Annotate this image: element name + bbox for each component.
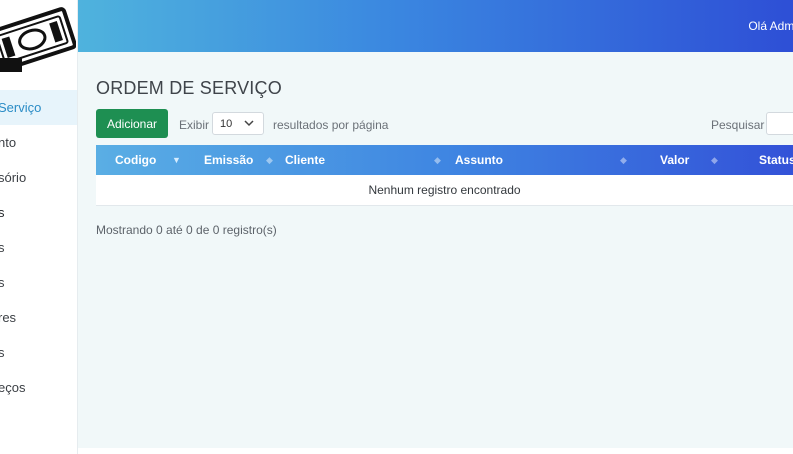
user-greeting[interactable]: Olá Admi (748, 19, 793, 33)
footer-strip (78, 448, 793, 454)
column-header-codigo[interactable]: Codigo (115, 145, 156, 175)
sidebar-item-8[interactable]: s (0, 335, 77, 370)
sidebar-item-label: s (0, 230, 5, 265)
sidebar-item-label: Serviço (0, 100, 42, 115)
search-label: Pesquisar (711, 118, 765, 132)
sidebar-item-label: eços (0, 380, 26, 395)
main-content: ORDEM DE SERVIÇO Adicionar Exibir 10 res… (78, 52, 793, 448)
sidebar-item-label: sório (0, 170, 27, 185)
page-title: ORDEM DE SERVIÇO (96, 78, 282, 98)
sort-arrows-icon[interactable]: ◆ (620, 145, 627, 175)
orders-table: Codigo ▼ Emissão ◆ Cliente ◆ Assunto ◆ V… (96, 145, 793, 206)
sidebar-item-3[interactable]: sório (0, 160, 77, 195)
sort-arrows-icon[interactable]: ◆ (434, 145, 441, 175)
sidebar-item-label: s (0, 335, 5, 370)
column-header-assunto[interactable]: Assunto (455, 145, 503, 175)
page-size-value: 10 (220, 118, 233, 130)
sort-arrows-icon[interactable]: ◆ (266, 145, 273, 175)
table-header: Codigo ▼ Emissão ◆ Cliente ◆ Assunto ◆ V… (96, 145, 793, 175)
sidebar-item-9[interactable]: eços (0, 370, 77, 405)
column-header-emissao[interactable]: Emissão (204, 145, 253, 175)
table-empty-row: Nenhum registro encontrado (96, 175, 793, 206)
column-header-status[interactable]: Status (759, 145, 793, 175)
search-input[interactable] (766, 112, 793, 135)
show-label: Exibir (179, 118, 210, 132)
page-size-select[interactable]: 10 (212, 112, 264, 135)
sidebar-item-6[interactable]: s (0, 265, 77, 300)
top-header: Olá Admi (78, 0, 793, 52)
sidebar-nav: Serviço nto sório s s s res s eços (0, 90, 77, 405)
column-header-valor[interactable]: Valor (660, 145, 689, 175)
sidebar-item-label: res (0, 310, 17, 325)
sidebar-item-label: nto (0, 135, 17, 150)
sidebar-item-2[interactable]: nto (0, 125, 77, 160)
sidebar: Serviço nto sório s s s res s eços (0, 0, 78, 454)
chevron-down-icon (244, 116, 254, 133)
sidebar-item-label: s (0, 195, 5, 230)
cash-logo-icon[interactable] (0, 2, 77, 80)
add-button[interactable]: Adicionar (96, 109, 168, 138)
column-header-cliente[interactable]: Cliente (285, 145, 325, 175)
per-page-label: resultados por página (273, 118, 389, 132)
app-window: Serviço nto sório s s s res s eços Olá A… (0, 0, 793, 454)
sidebar-item-4[interactable]: s (0, 195, 77, 230)
sidebar-item-7[interactable]: res (0, 300, 77, 335)
pagination-info: Mostrando 0 até 0 de 0 registro(s) (96, 223, 277, 237)
sort-arrows-icon[interactable]: ◆ (711, 145, 718, 175)
sidebar-item-label: s (0, 265, 5, 300)
sort-arrows-icon[interactable]: ▼ (172, 145, 181, 175)
sidebar-item-ordem-servico[interactable]: Serviço (0, 90, 77, 125)
sidebar-item-5[interactable]: s (0, 230, 77, 265)
